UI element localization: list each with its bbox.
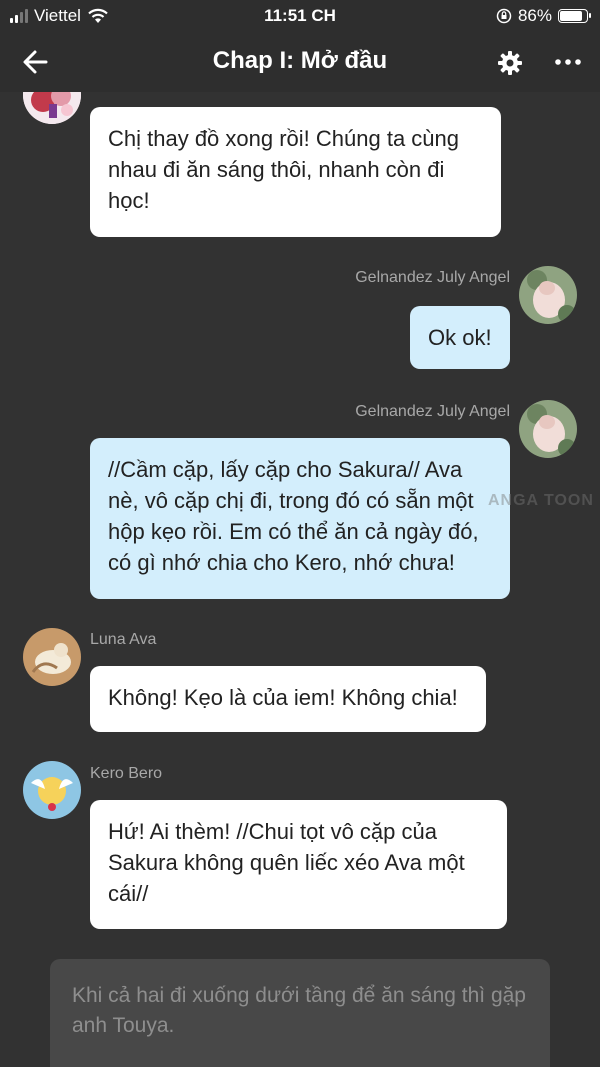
narration-box: Khi cả hai đi xuống dưới tầng để ăn sáng… bbox=[50, 959, 550, 1067]
message-bubble: Hứ! Ai thèm! //Chui tọt vô cặp của Sakur… bbox=[90, 800, 507, 929]
message-text: Không! Kẹo là của iem! Không chia! bbox=[108, 685, 458, 710]
status-bar: Viettel 11:51 CH 86% bbox=[0, 0, 600, 32]
watermark: ANGA TOON bbox=[488, 492, 594, 509]
battery-icon bbox=[558, 9, 591, 23]
message-bubble: Không! Kẹo là của iem! Không chia! bbox=[90, 666, 486, 732]
narration-text: Khi cả hai đi xuống dưới tầng để ăn sáng… bbox=[72, 984, 526, 1037]
avatar-sakura[interactable] bbox=[23, 92, 81, 124]
message-text: Hứ! Ai thèm! //Chui tọt vô cặp của Sakur… bbox=[108, 819, 465, 906]
battery-fill bbox=[560, 11, 583, 21]
avatar-kero-bero[interactable] bbox=[23, 761, 81, 819]
avatar-luna-ava[interactable] bbox=[23, 628, 81, 686]
sender-name: Luna Ava bbox=[90, 631, 157, 648]
message-text: Chị thay đồ xong rồi! Chúng ta cùng nhau… bbox=[108, 126, 460, 213]
battery-info: 86% bbox=[496, 6, 591, 26]
sender-name: Gelnandez July Angel bbox=[355, 403, 510, 420]
avatar-user[interactable] bbox=[519, 266, 577, 324]
gear-icon[interactable] bbox=[496, 49, 524, 77]
message-text: //Cầm cặp, lấy cặp cho Sakura// Ava nè, … bbox=[108, 457, 479, 575]
chat-thread[interactable]: Chị thay đồ xong rồi! Chúng ta cùng nhau… bbox=[0, 92, 600, 1067]
nav-bar: Chap I: Mở đầu bbox=[0, 32, 600, 92]
message-bubble: //Cầm cặp, lấy cặp cho Sakura// Ava nè, … bbox=[90, 438, 510, 599]
orientation-lock-icon bbox=[496, 8, 512, 24]
battery-percent: 86% bbox=[517, 6, 552, 25]
more-horizontal-icon[interactable] bbox=[552, 52, 584, 72]
sender-name: Kero Bero bbox=[90, 765, 163, 782]
message-bubble: Ok ok! bbox=[410, 306, 510, 369]
sender-name: Gelnandez July Angel bbox=[355, 269, 510, 286]
message-bubble: Chị thay đồ xong rồi! Chúng ta cùng nhau… bbox=[90, 107, 501, 237]
avatar-user[interactable] bbox=[519, 400, 577, 458]
message-text: Ok ok! bbox=[428, 325, 492, 350]
